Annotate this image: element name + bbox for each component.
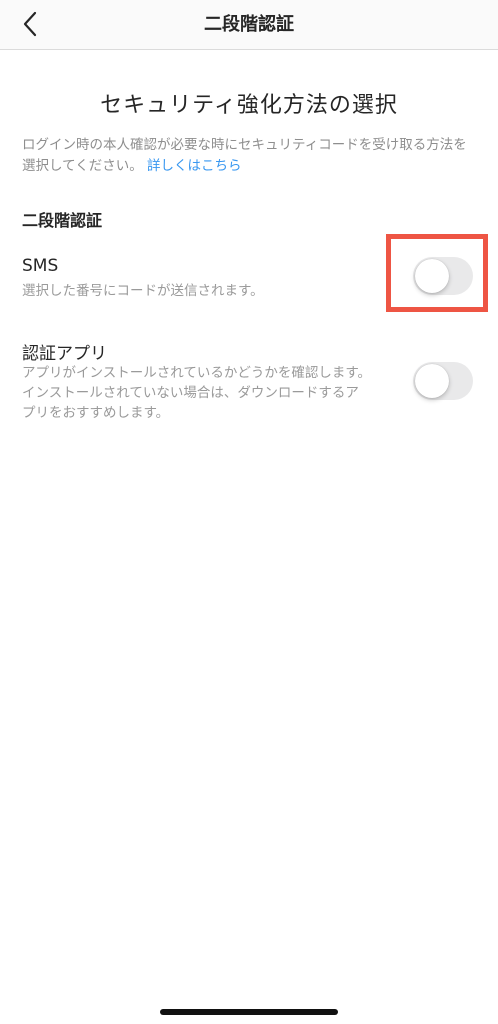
page-heading: セキュリティ強化方法の選択	[100, 93, 398, 118]
auth-app-toggle[interactable]	[413, 362, 473, 400]
auth-app-option-title: 認証アプリ	[22, 344, 107, 364]
home-indicator	[160, 1009, 338, 1015]
auth-app-toggle-knob	[415, 364, 449, 398]
nav-bar: 二段階認証	[0, 0, 498, 50]
page-description: ログイン時の本人確認が必要な時にセキュリティコードを受け取る方法を選択してくださ…	[22, 135, 478, 177]
auth-app-option-description: アプリがインストールされているかどうかを確認します。インストールされていない場合…	[22, 365, 371, 421]
description-text: ログイン時の本人確認が必要な時にセキュリティコードを受け取る方法を選択してくださ…	[22, 137, 467, 174]
section-title: 二段階認証	[22, 211, 103, 230]
highlight-annotation-box	[386, 234, 488, 312]
learn-more-link[interactable]: 詳しくはこちら	[147, 158, 242, 174]
sms-option-title: SMS	[22, 256, 59, 276]
sms-option-description: 選択した番号にコードが送信されます。	[22, 283, 264, 299]
nav-title: 二段階認証	[204, 14, 294, 35]
